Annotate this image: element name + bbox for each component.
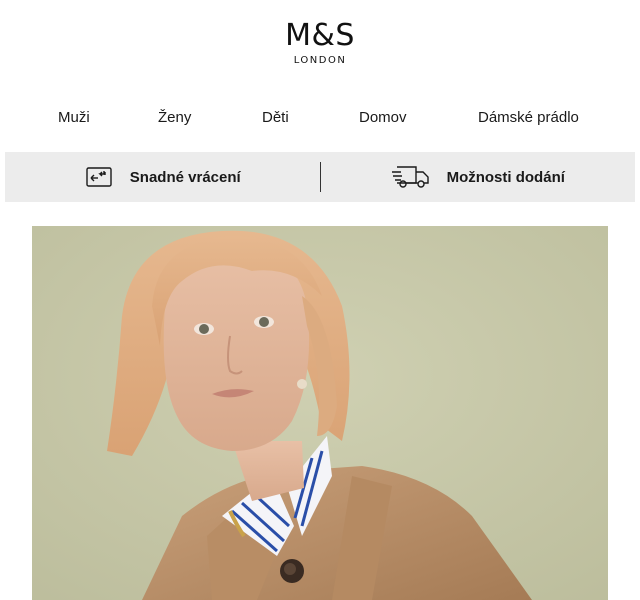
brand-logo[interactable]: M&S [285,20,355,52]
model-in-trench-coat-photo [32,226,608,600]
nav-item-kids[interactable]: Děti [262,109,289,126]
nav-item-women[interactable]: Ženy [158,109,191,126]
hero-banner[interactable] [32,226,608,600]
nav-item-home[interactable]: Domov [359,109,407,126]
main-navigation: Muži Ženy Děti Domov Dámské prádlo [0,92,640,146]
header: M&S LONDON [0,0,640,92]
delivery-truck-icon [391,164,431,190]
delivery-options-link[interactable]: Možnosti dodání [321,152,636,202]
delivery-options-label: Možnosti dodání [446,168,565,186]
nav-item-lingerie[interactable]: Dámské prádlo [478,109,579,126]
benefits-bar: Snadné vrácení Možnosti dodání [5,152,635,202]
return-box-icon [84,164,114,190]
easy-returns-link[interactable]: Snadné vrácení [5,152,320,202]
nav-item-men[interactable]: Muži [58,109,90,126]
brand-subtitle: LONDON [293,55,347,66]
easy-returns-label: Snadné vrácení [129,168,241,186]
